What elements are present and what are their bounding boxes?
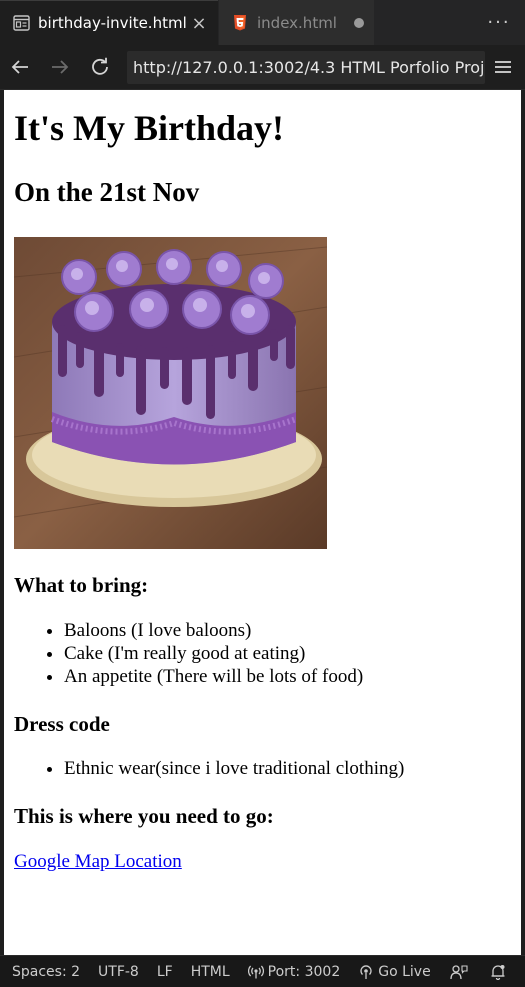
notifications-button[interactable]	[481, 956, 519, 987]
port-status[interactable]: Port: 3002	[239, 956, 350, 987]
tab-birthday-invite[interactable]: birthday-invite.html ×	[0, 0, 218, 45]
list-item: Ethnic wear(since i love traditional clo…	[64, 757, 511, 780]
cake-image	[14, 237, 327, 550]
forward-button[interactable]	[40, 45, 80, 90]
bring-heading: What to bring:	[14, 573, 149, 598]
browser-toolbar: http://127.0.0.1:3002/4.3 HTML Porfolio …	[0, 45, 525, 90]
dress-code-list: Ethnic wear(since i love traditional clo…	[14, 757, 511, 780]
broadcast-icon	[247, 965, 264, 978]
page-document: It's My Birthday! On the 21st Nov What t…	[4, 90, 521, 881]
dress-code-heading: Dress code	[14, 711, 110, 736]
person-feedback-icon	[450, 964, 468, 979]
close-icon[interactable]: ×	[190, 13, 208, 34]
language-mode-status[interactable]: HTML	[182, 956, 239, 987]
tab-label: index.html	[257, 13, 337, 32]
hamburger-icon	[495, 61, 511, 73]
preview-icon	[12, 14, 30, 32]
go-live-icon	[360, 964, 372, 979]
list-item: Baloons (I love baloons)	[64, 619, 511, 642]
bell-icon	[491, 964, 505, 980]
list-item: Cake (I'm really good at eating)	[64, 642, 511, 665]
arrow-right-icon	[52, 60, 69, 74]
location-heading: This is where you need to go:	[14, 803, 274, 828]
google-map-link[interactable]: Google Map Location	[14, 851, 182, 873]
event-date: On the 21st Nov	[14, 177, 200, 208]
reload-icon	[92, 57, 108, 75]
browser-viewport[interactable]: It's My Birthday! On the 21st Nov What t…	[4, 90, 521, 955]
accounts-feedback-button[interactable]	[440, 956, 481, 987]
html5-icon	[231, 14, 249, 32]
tab-index[interactable]: index.html	[218, 0, 374, 45]
page-title: It's My Birthday!	[14, 108, 284, 148]
encoding-status[interactable]: UTF-8	[89, 956, 148, 987]
back-button[interactable]	[0, 45, 40, 90]
more-actions-icon[interactable]: ···	[473, 0, 525, 45]
port-label: Port: 3002	[267, 963, 341, 980]
unsaved-dot-icon[interactable]	[354, 17, 364, 28]
tab-label: birthday-invite.html	[38, 14, 187, 32]
eol-status[interactable]: LF	[148, 956, 182, 987]
go-live-label: Go Live	[378, 963, 431, 980]
arrow-left-icon	[11, 60, 28, 74]
menu-button[interactable]	[485, 45, 521, 90]
go-live-button[interactable]: Go Live	[349, 956, 439, 987]
reload-button[interactable]	[80, 45, 120, 90]
indentation-status[interactable]: Spaces: 2	[0, 956, 89, 987]
editor-tab-bar: birthday-invite.html × index.html ···	[0, 0, 525, 45]
status-bar: Spaces: 2 UTF-8 LF HTML Port: 3002 Go Li…	[0, 955, 525, 987]
viewport-border	[521, 90, 525, 955]
url-bar[interactable]: http://127.0.0.1:3002/4.3 HTML Porfolio …	[127, 50, 485, 84]
list-item: An appetite (There will be lots of food)	[64, 665, 511, 688]
bring-list: Baloons (I love baloons) Cake (I'm reall…	[14, 619, 511, 688]
